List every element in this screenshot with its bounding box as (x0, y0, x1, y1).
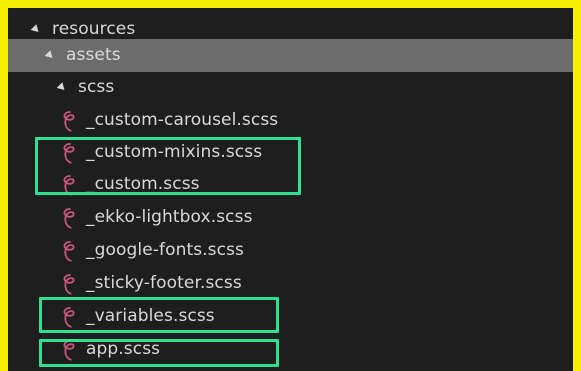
tree-file-ekko-lightbox[interactable]: _ekko-lightbox.scss (8, 201, 573, 234)
sass-icon (62, 240, 78, 262)
file-label: _google-fonts.scss (86, 240, 245, 260)
folder-label: resources (52, 19, 136, 39)
highlight-box-app (39, 339, 279, 367)
highlight-box-mixins-custom (35, 137, 301, 195)
tree-file-google-fonts[interactable]: _google-fonts.scss (8, 234, 573, 267)
folder-label: assets (66, 45, 121, 65)
chevron-down-icon[interactable] (30, 24, 42, 35)
sass-icon (62, 110, 78, 132)
sass-icon (62, 207, 78, 229)
file-label: _ekko-lightbox.scss (86, 207, 253, 227)
tree-folder-assets[interactable]: assets (8, 39, 573, 72)
tree-folder-scss[interactable]: scss (8, 71, 573, 104)
chevron-down-icon[interactable] (56, 82, 68, 93)
sass-icon (62, 273, 78, 295)
folder-label: scss (78, 77, 115, 97)
highlight-box-variables (39, 297, 279, 333)
file-label: _custom-carousel.scss (86, 110, 279, 130)
chevron-down-icon[interactable] (44, 50, 56, 61)
tree-file-sticky-footer[interactable]: _sticky-footer.scss (8, 267, 573, 300)
file-label: _sticky-footer.scss (86, 273, 242, 293)
file-explorer-panel: resources assets scss _custom-carousel.s… (0, 0, 581, 371)
tree-file-custom-carousel[interactable]: _custom-carousel.scss (8, 104, 573, 137)
